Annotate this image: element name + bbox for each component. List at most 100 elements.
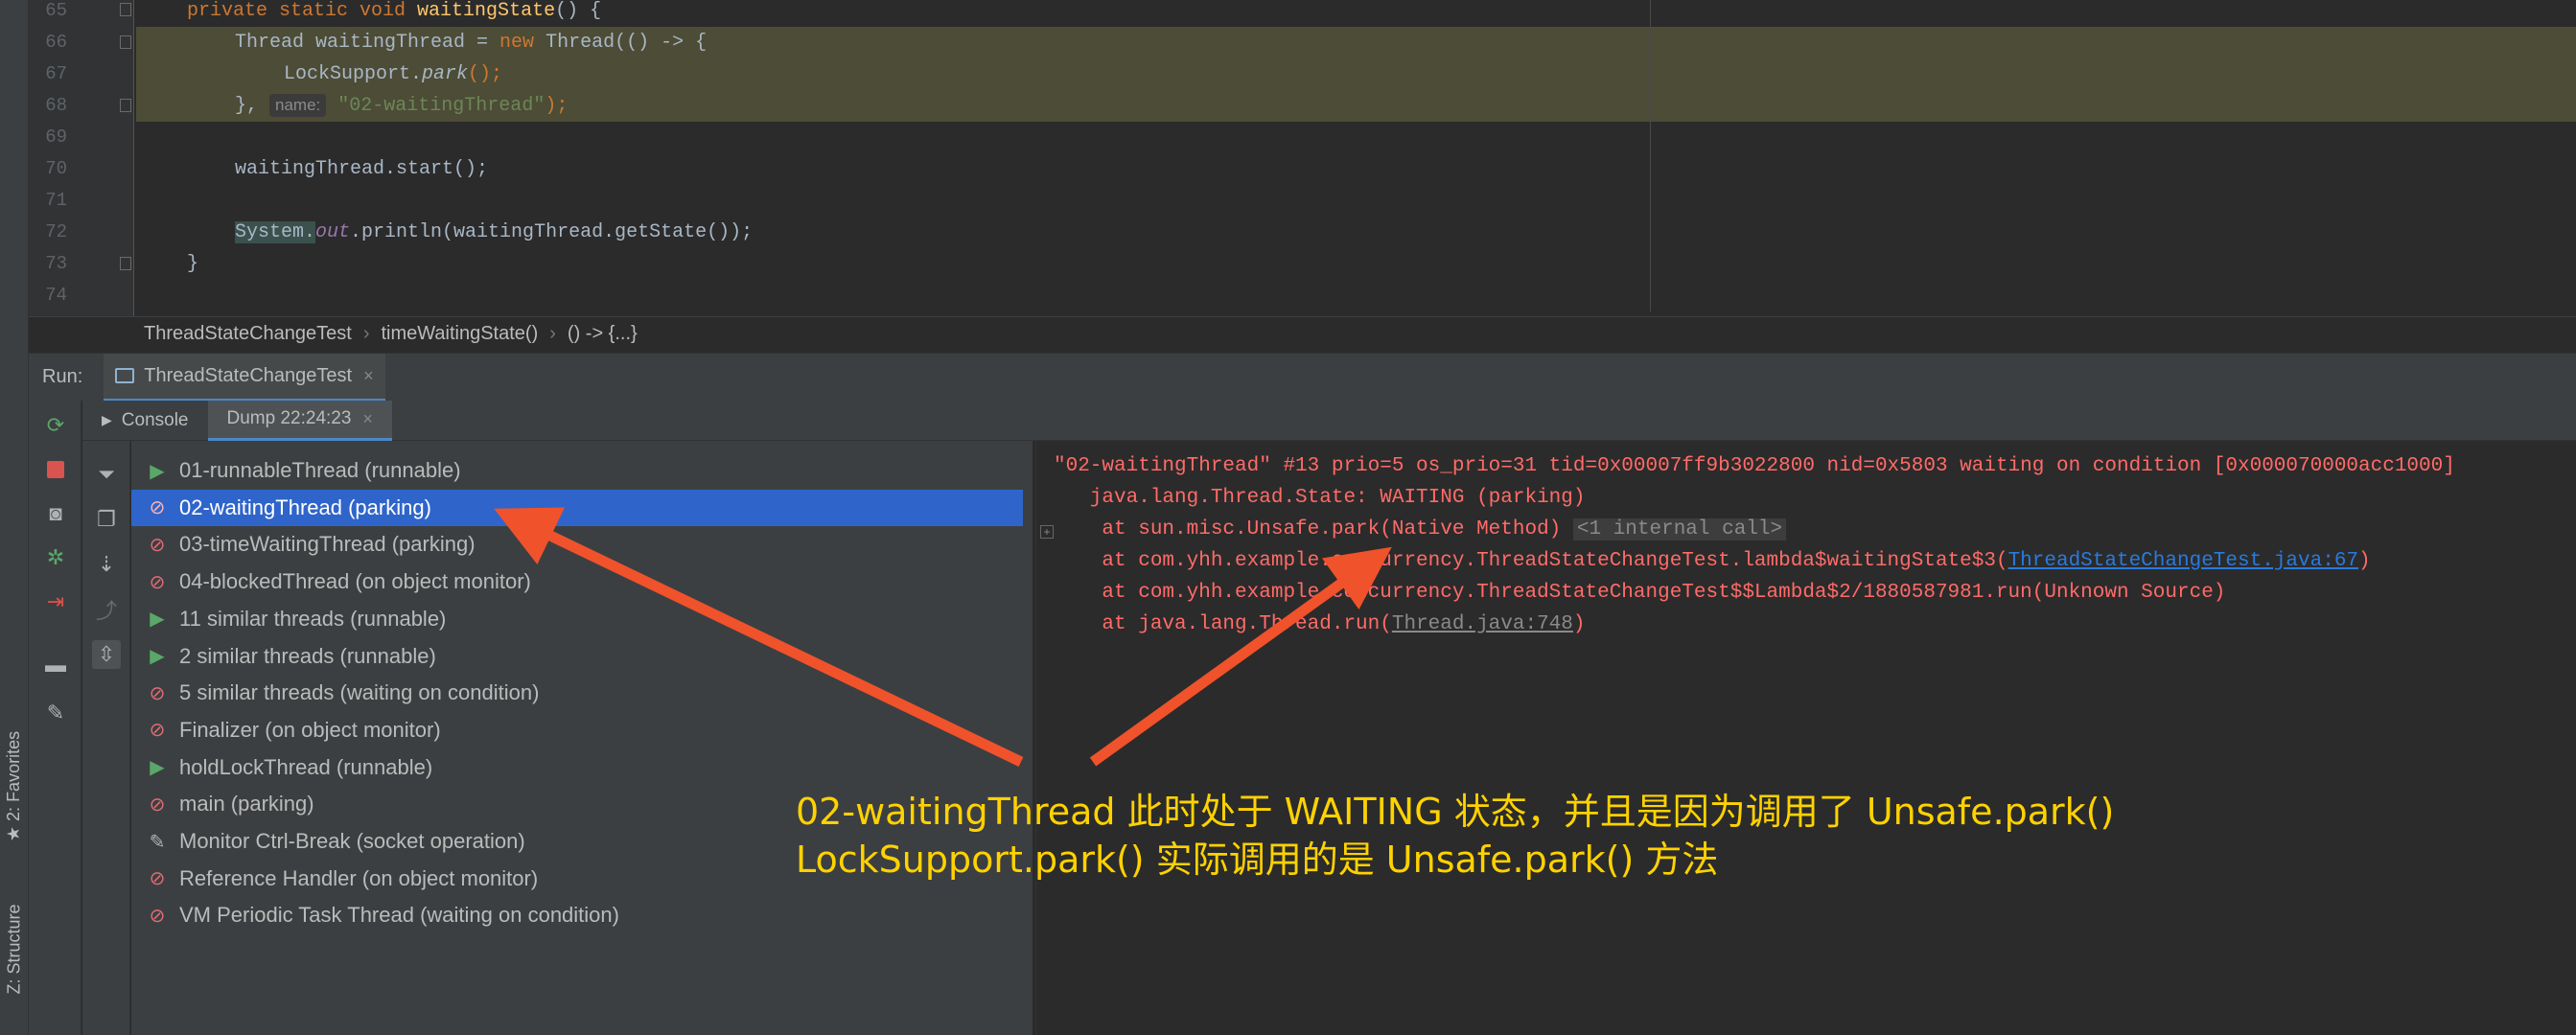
merge-icon[interactable]: ⇳ (92, 640, 121, 669)
parked-thread-icon: ⊘ (149, 868, 166, 890)
thread-dump-panel: "02-waitingThread" #13 prio=5 os_prio=31… (1035, 441, 2576, 1035)
wrench-icon: ✎ (149, 831, 166, 853)
parameter-name-hint: name: (269, 94, 327, 117)
code-line-66: Thread waitingThread = new Thread(() -> … (136, 27, 2576, 58)
dump-line: java.lang.Thread.State: WAITING (parking… (1054, 487, 1586, 509)
thread-label: holdLockThread (runnable) (179, 754, 433, 779)
breadcrumb-item[interactable]: timeWaitingState() (381, 323, 538, 345)
breadcrumb-separator: › (549, 323, 556, 344)
rerun-icon[interactable]: ⟳ (42, 412, 69, 439)
line-number: 69 (45, 126, 67, 148)
tab-console[interactable]: ▶ Console (82, 401, 208, 441)
run-tool-window-header: Run: ThreadStateChangeTest × (29, 353, 2576, 402)
thread-row[interactable]: ▶ 01-runnableThread (runnable) (131, 452, 1023, 489)
dump-line: at com.yhh.example.concurrency.ThreadSta… (1054, 550, 2371, 572)
exit-icon[interactable]: ⇥ (42, 588, 69, 615)
thread-label: 03-timeWaitingThread (parking) (179, 532, 476, 557)
thread-label: Reference Handler (on object monitor) (179, 865, 539, 890)
code-line-67: LockSupport.park(); (136, 58, 2576, 90)
pin-icon[interactable]: ✎ (42, 700, 69, 726)
run-tab-label: ThreadStateChangeTest (144, 364, 353, 386)
code-line-70: waitingThread.start(); (235, 158, 489, 180)
line-gutter: 65 66 67 68 69 70 71 72 73 74 (29, 0, 134, 316)
thread-row[interactable]: ⊘ 03-timeWaitingThread (parking) (131, 526, 1023, 563)
filter-icon[interactable]: ⏷ (92, 460, 121, 489)
annotation-line: 02-waitingThread 此时处于 WAITING 状态，并且是因为调用… (796, 791, 2115, 833)
run-label: Run: (42, 366, 83, 387)
fold-marker-icon[interactable] (120, 99, 131, 112)
code-line-73: } (187, 253, 199, 275)
thread-label: 5 similar threads (waiting on condition) (179, 680, 540, 705)
parked-thread-icon: ⊘ (149, 571, 166, 593)
tab-console-label: Console (121, 409, 189, 430)
breadcrumb-item[interactable]: ThreadStateChangeTest (144, 323, 352, 345)
thread-row[interactable]: ⊘ 02-waitingThread (parking) (131, 489, 1023, 526)
expand-icon[interactable]: + (1040, 525, 1054, 539)
tab-dump-label: Dump 22:24:23 (226, 408, 352, 428)
line-number: 66 (45, 32, 67, 53)
thread-label: 2 similar threads (runnable) (179, 643, 436, 668)
dump-line: at java.lang.Thread.run(Thread.java:748) (1054, 613, 1586, 635)
parked-thread-icon: ⊘ (149, 720, 166, 742)
line-number: 71 (45, 190, 67, 211)
runnable-thread-icon: ▶ (150, 646, 165, 667)
thread-row[interactable]: ⊘ Finalizer (on object monitor) (131, 712, 1023, 748)
structure-tab[interactable]: Z: Structure (2, 886, 27, 1011)
fold-marker-icon[interactable] (120, 257, 131, 270)
code-line-72: System.out.println(waitingThread.getStat… (235, 221, 754, 243)
line-number: 73 (45, 253, 67, 274)
source-link[interactable]: Thread.java:748 (1392, 613, 1573, 635)
internal-call-fold[interactable]: <1 internal call> (1572, 518, 1787, 540)
structure-tab-label: Z: Structure (4, 903, 24, 995)
run-sub-tabs: ▶ Console Dump 22:24:23 × (82, 400, 2576, 441)
run-config-tab[interactable]: ThreadStateChangeTest × (104, 353, 385, 402)
thread-row[interactable]: ▶ 2 similar threads (runnable) (131, 638, 1023, 675)
breadcrumb: ThreadStateChangeTest › timeWaitingState… (29, 316, 2576, 351)
thread-label: 01-runnableThread (runnable) (179, 458, 461, 482)
dump-line: at sun.misc.Unsafe.park(Native Method) <… (1054, 514, 1787, 545)
runnable-thread-icon: ▶ (150, 757, 165, 779)
run-toolbar: ⟳ ◙ ✲ ⇥ ▬ ✎ (29, 401, 81, 1035)
breadcrumb-item[interactable]: () -> {...} (568, 323, 638, 345)
copy-icon[interactable]: ❐ (92, 505, 121, 534)
thread-row[interactable]: ▶ holdLockThread (runnable) (131, 749, 1023, 786)
parked-thread-icon: ⊘ (149, 794, 166, 816)
thread-label: Monitor Ctrl-Break (socket operation) (179, 829, 525, 853)
favorites-tab-label: ★ 2: Favorites (4, 730, 24, 841)
thread-label: Finalizer (on object monitor) (179, 717, 441, 742)
favorites-tab[interactable]: ★ 2: Favorites (2, 709, 27, 862)
line-number: 72 (45, 221, 67, 242)
sort-icon[interactable]: ⇣ (92, 550, 121, 579)
thread-label: 02-waitingThread (parking) (179, 494, 431, 519)
code-editor[interactable]: 65 66 67 68 69 70 71 72 73 74 private st… (29, 0, 2576, 316)
fold-marker-icon[interactable] (120, 3, 131, 16)
line-number: 74 (45, 285, 67, 306)
layout-icon[interactable]: ▬ (42, 652, 69, 678)
thread-row[interactable]: ⊘ 04-blockedThread (on object monitor) (131, 564, 1023, 600)
source-link[interactable]: ThreadStateChangeTest.java:67 (2008, 550, 2358, 572)
camera-icon[interactable]: ◙ (42, 500, 69, 527)
line-number: 70 (45, 158, 67, 179)
console-icon: ▶ (102, 412, 112, 427)
breadcrumb-separator: › (362, 323, 370, 344)
code-line-65: private static void waitingState() { (187, 0, 602, 22)
parked-thread-icon: ⊘ (149, 682, 166, 704)
debug-restart-icon[interactable]: ✲ (42, 544, 69, 571)
stop-icon[interactable] (42, 456, 69, 483)
fold-marker-icon[interactable] (120, 35, 131, 49)
parked-thread-icon: ⊘ (149, 497, 166, 519)
tab-dump[interactable]: Dump 22:24:23 × (207, 400, 392, 441)
thread-label: main (parking) (179, 792, 314, 816)
thread-label: 04-blockedThread (on object monitor) (179, 569, 531, 594)
close-tab-icon[interactable]: × (362, 409, 373, 429)
thread-list: ▶ 01-runnableThread (runnable) ⊘ 02-waiting… (131, 441, 1033, 1035)
code-line-68: }, name: "02-waitingThread"); (136, 90, 2576, 122)
thread-row[interactable]: ⊘ VM Periodic Task Thread (waiting on con… (131, 897, 1023, 933)
close-tab-icon[interactable]: × (363, 366, 374, 386)
thread-row[interactable]: ⊘ 5 similar threads (waiting on condition… (131, 675, 1023, 711)
export-icon[interactable]: ⤴ (92, 595, 121, 624)
run-config-icon (115, 368, 135, 383)
annotation-text: 02-waitingThread 此时处于 WAITING 状态，并且是因为调用… (796, 788, 2114, 884)
thread-row[interactable]: ▶ 11 similar threads (runnable) (131, 601, 1023, 637)
annotation-line: LockSupport.park() 实际调用的是 Unsafe.park() … (796, 839, 1719, 881)
